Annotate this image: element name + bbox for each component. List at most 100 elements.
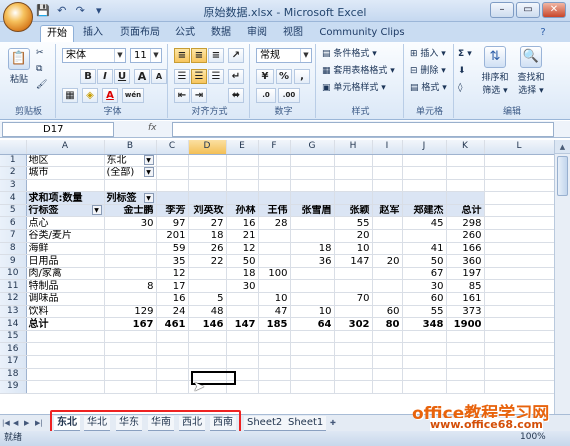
cell[interactable] <box>372 216 403 231</box>
cell[interactable] <box>484 216 555 231</box>
cell[interactable]: 10 <box>334 242 373 256</box>
column-header-e[interactable]: E <box>226 140 259 155</box>
last-sheet-icon[interactable]: ▶| <box>35 417 44 429</box>
find-select-button[interactable]: 🔍 查找和 选择 ▾ <box>514 46 548 96</box>
cell[interactable]: 48 <box>188 305 227 319</box>
cell[interactable]: 点心 <box>26 216 105 231</box>
cell[interactable]: 67 <box>402 267 447 281</box>
cell[interactable]: 调味品 <box>26 292 105 306</box>
cell[interactable] <box>402 179 447 193</box>
cell[interactable] <box>446 191 485 205</box>
cell[interactable] <box>372 368 403 382</box>
cell[interactable]: 行标签 ▼ <box>26 204 105 218</box>
cell[interactable] <box>188 279 227 294</box>
cell[interactable]: 55 <box>402 305 447 319</box>
cell[interactable]: 360 <box>446 254 485 268</box>
column-header-c[interactable]: C <box>156 140 189 155</box>
cell[interactable] <box>446 330 485 344</box>
row-header[interactable]: 3 <box>0 179 27 193</box>
cell[interactable] <box>290 380 335 394</box>
cell[interactable] <box>446 342 485 356</box>
cell[interactable]: 1900 <box>446 317 485 331</box>
cell[interactable] <box>372 166 403 180</box>
cell[interactable] <box>188 330 227 344</box>
maximize-button[interactable]: ▭ <box>516 2 540 18</box>
tab-home[interactable]: 开始 <box>40 25 74 42</box>
cell[interactable]: 45 <box>402 216 447 231</box>
cell[interactable] <box>402 191 447 205</box>
cell[interactable]: 185 <box>258 317 291 331</box>
cell[interactable] <box>290 355 335 369</box>
cell[interactable] <box>402 342 447 356</box>
cell[interactable] <box>188 179 227 193</box>
cell[interactable] <box>26 380 105 394</box>
cell[interactable]: 17 <box>156 279 189 294</box>
cell[interactable] <box>484 355 555 369</box>
align-left-icon[interactable]: ☰ <box>174 69 190 84</box>
cell[interactable] <box>484 267 555 281</box>
cell[interactable]: 461 <box>156 317 189 331</box>
cell-styles-button[interactable]: ▣ 单元格样式 ▾ <box>322 82 386 95</box>
cell[interactable] <box>484 204 555 218</box>
format-as-table-button[interactable]: ▦ 套用表格格式 ▾ <box>322 65 395 78</box>
cell[interactable] <box>334 166 373 180</box>
cell[interactable] <box>372 179 403 193</box>
cell[interactable]: 日用品 <box>26 254 105 268</box>
cell[interactable] <box>484 380 555 394</box>
cell[interactable] <box>258 380 291 394</box>
cell[interactable] <box>334 191 373 205</box>
cell[interactable]: 146 <box>188 317 227 331</box>
cell[interactable]: 21 <box>226 229 259 243</box>
fill-icon[interactable]: ⬇ <box>458 65 466 78</box>
cell[interactable] <box>334 305 373 319</box>
cell[interactable] <box>372 154 403 168</box>
row-header[interactable]: 16 <box>0 342 27 356</box>
cell[interactable]: 60 <box>402 292 447 306</box>
row-header[interactable]: 5 <box>0 204 27 218</box>
row-header[interactable]: 19 <box>0 380 27 394</box>
conditional-format-button[interactable]: ▤ 条件格式 ▾ <box>322 48 377 61</box>
cell[interactable]: 张雪眉 <box>290 204 335 218</box>
formula-input[interactable] <box>172 122 554 137</box>
column-header-b[interactable]: B <box>104 140 157 155</box>
cell[interactable]: 郑建杰 <box>402 204 447 218</box>
align-center-icon[interactable]: ☰ <box>191 69 207 84</box>
cell[interactable]: 特制品 <box>26 279 105 294</box>
cell[interactable]: 孙林 <box>226 204 259 218</box>
cell[interactable] <box>372 355 403 369</box>
autosum-button[interactable]: Σ ▾ <box>458 48 472 61</box>
cell[interactable] <box>26 179 105 193</box>
cell[interactable]: 41 <box>402 242 447 256</box>
cell[interactable]: 地区 <box>26 154 105 168</box>
cell[interactable]: 16 <box>156 292 189 306</box>
cell[interactable]: (全部) ▼ <box>104 166 157 180</box>
copy-icon[interactable]: ⧉ <box>36 63 42 76</box>
row-header[interactable]: 14 <box>0 317 27 331</box>
cell[interactable]: 总计 <box>446 204 485 218</box>
fill-color-icon[interactable]: ◈ <box>82 88 98 103</box>
cell[interactable] <box>484 229 555 243</box>
cell[interactable] <box>156 179 189 193</box>
cell[interactable] <box>258 242 291 256</box>
cell[interactable] <box>104 380 157 394</box>
cell[interactable] <box>258 342 291 356</box>
clear-icon[interactable]: ◊ <box>458 82 462 95</box>
cell[interactable] <box>334 279 373 294</box>
tab-community-clips[interactable]: Community Clips <box>318 25 406 42</box>
cell[interactable]: 373 <box>446 305 485 319</box>
cell[interactable] <box>484 317 555 331</box>
filter-dropdown-icon[interactable]: ▼ <box>143 167 154 178</box>
cell[interactable] <box>290 342 335 356</box>
cell[interactable] <box>484 330 555 344</box>
cell[interactable]: 肉/家禽 <box>26 267 105 281</box>
cell[interactable] <box>290 292 335 306</box>
row-header[interactable]: 10 <box>0 267 27 281</box>
next-sheet-icon[interactable]: ▶ <box>24 417 33 429</box>
cell[interactable] <box>156 166 189 180</box>
cell[interactable] <box>372 342 403 356</box>
row-header[interactable]: 6 <box>0 216 27 231</box>
cell[interactable] <box>188 191 227 205</box>
minimize-button[interactable]: – <box>490 2 514 18</box>
cell[interactable] <box>26 368 105 382</box>
cell[interactable]: 东北 ▼ <box>104 154 157 168</box>
